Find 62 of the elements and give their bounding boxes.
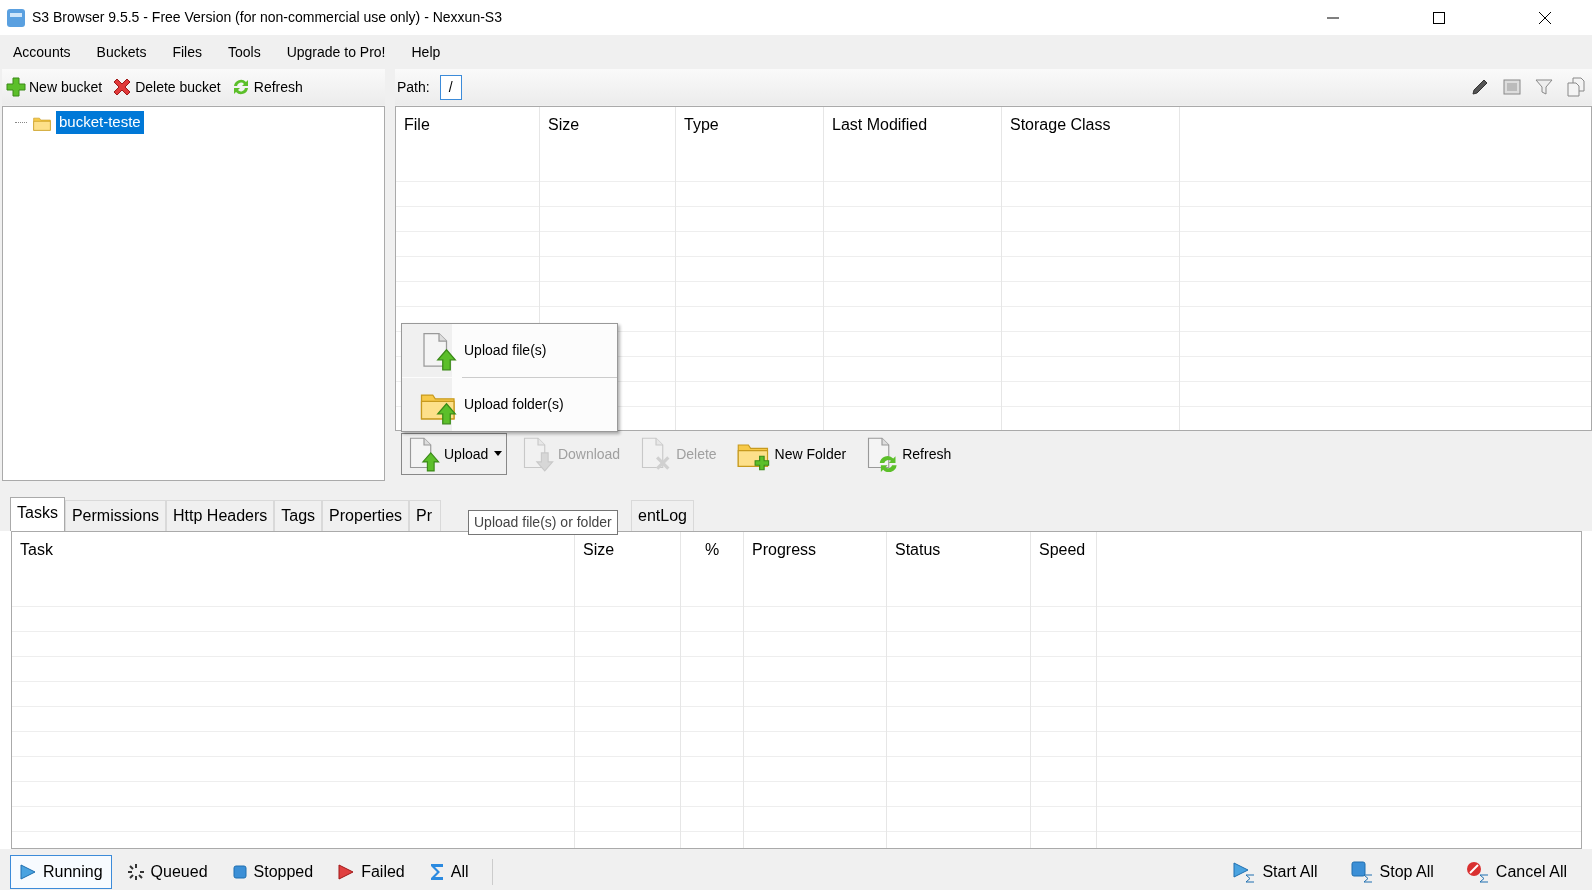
toolbar-button[interactable]: Refresh (859, 433, 957, 475)
menu-item[interactable]: Upgrade to Pro! (277, 37, 395, 67)
play-icon (337, 862, 356, 881)
menu-item[interactable]: Accounts (4, 37, 80, 67)
spinner-icon (126, 862, 145, 881)
column-header[interactable]: File (396, 107, 540, 157)
play-icon (19, 862, 37, 881)
delete-icon (112, 77, 133, 97)
tree-item[interactable]: bucket-teste (56, 111, 144, 134)
path-label: Path: (397, 77, 430, 97)
tab[interactable]: Http Headers (166, 500, 275, 531)
action-button[interactable]: Stop All (1340, 854, 1443, 889)
menu-item[interactable]: Files (163, 37, 211, 67)
cancel-icon (1465, 860, 1490, 883)
toolbar-button[interactable]: Upload (401, 433, 507, 475)
path-field[interactable]: / (439, 74, 462, 100)
column-header[interactable]: Size (540, 107, 676, 157)
plus-icon (6, 77, 26, 97)
tab[interactable]: Pr (409, 500, 442, 531)
column-header[interactable]: Type (676, 107, 824, 157)
sigma-icon (428, 862, 445, 881)
filter-button[interactable]: Running (10, 854, 112, 889)
toolbar-button[interactable]: Delete bucket (110, 76, 223, 98)
action-button[interactable]: Cancel All (1456, 854, 1576, 889)
caret-icon (493, 451, 502, 457)
menu-item[interactable]: Upload file(s) (402, 324, 617, 377)
pencil-icon[interactable] (1470, 77, 1490, 97)
tab[interactable]: Permissions (64, 500, 167, 531)
tab[interactable]: Properties (322, 500, 410, 531)
column-header[interactable]: Size (575, 532, 681, 582)
stop-icon (1349, 860, 1374, 883)
filter-icon[interactable] (1534, 77, 1554, 97)
filter-button[interactable]: All (419, 854, 478, 889)
tooltip: Upload file(s) or folder (468, 510, 618, 535)
app-icon (6, 7, 26, 28)
window-icon[interactable] (1502, 77, 1522, 97)
filter-button[interactable]: Stopped (222, 854, 323, 889)
toolbar-button[interactable]: New bucket (4, 76, 105, 98)
column-header[interactable]: Progress (744, 532, 887, 582)
column-header[interactable]: Storage Class (1002, 107, 1180, 157)
tab[interactable]: Tasks (10, 497, 65, 531)
toolbar-button[interactable]: Refresh (228, 76, 305, 98)
menu-item[interactable]: Tools (218, 37, 270, 67)
stop-icon (231, 863, 248, 880)
column-header[interactable]: Speed (1031, 532, 1097, 582)
tree-line (15, 121, 27, 123)
column-header[interactable]: Status (887, 532, 1031, 582)
menu-item[interactable]: Buckets (87, 37, 156, 67)
action-button[interactable]: Start All (1223, 854, 1327, 889)
tab[interactable]: Tags (274, 500, 323, 531)
filter-button[interactable]: Failed (328, 854, 414, 889)
toolbar-button[interactable]: New Folder (729, 433, 852, 475)
filter-button[interactable]: Queued (117, 854, 217, 889)
tab[interactable]: entLog (631, 500, 694, 531)
window-title: S3 Browser 9.5.5 - Free Version (for non-commercial use only) - Nexxun-S3 (32, 8, 502, 27)
column-header[interactable]: Last Modified (824, 107, 1002, 157)
column-header[interactable]: % (681, 532, 744, 582)
copy-icon[interactable] (1566, 77, 1586, 97)
play-icon (1232, 860, 1257, 883)
column-header[interactable]: Task (12, 532, 575, 582)
menu-item[interactable]: Upload folder(s) (402, 378, 617, 431)
menu-item[interactable]: Help (402, 37, 450, 67)
